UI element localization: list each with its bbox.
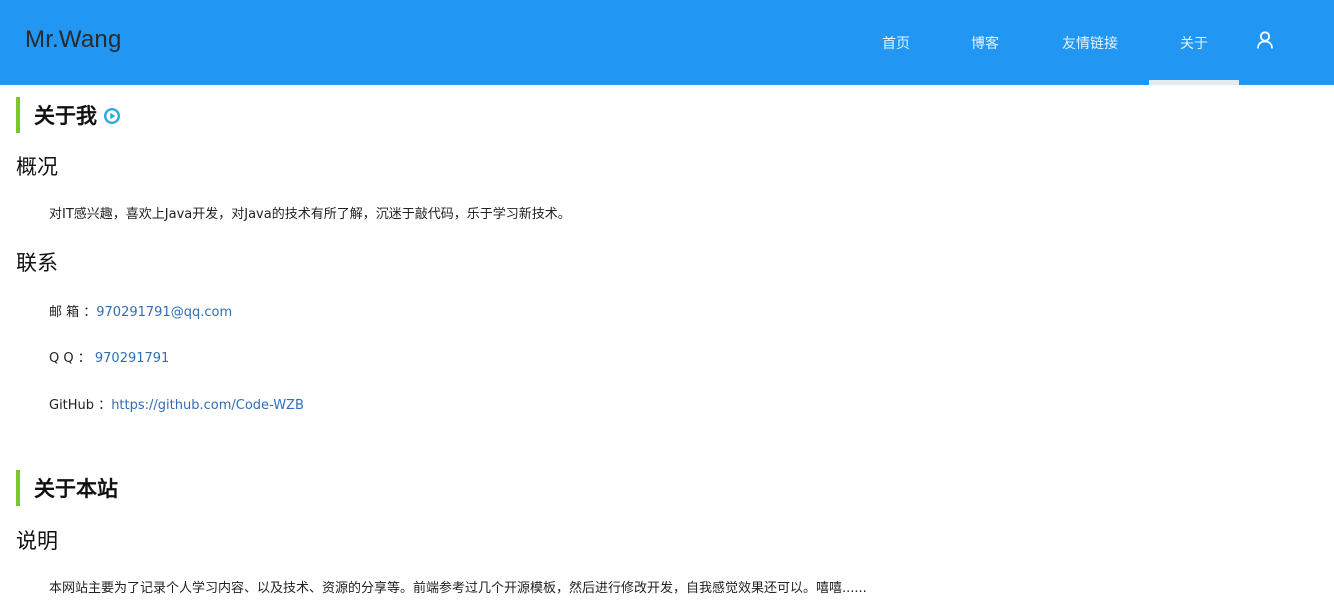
contact-email: 邮 箱 ：970291791@qq.com	[49, 301, 232, 320]
email-link[interactable]: 970291791@qq.com	[96, 305, 232, 320]
nav-item-about[interactable]: 关于	[1149, 0, 1239, 85]
nav-item-blog[interactable]: 博客	[950, 0, 1020, 85]
section-title-about-site: 关于本站	[16, 470, 118, 506]
section-title-text: 关于我	[34, 104, 97, 128]
qq-label: Q Q ：	[49, 351, 95, 366]
section-title-text: 关于本站	[34, 477, 118, 501]
nav-item-home[interactable]: 首页	[861, 0, 931, 85]
contact-qq: Q Q ： 970291791	[49, 347, 169, 366]
contact-heading: 联系	[16, 251, 58, 275]
description-heading: 说明	[16, 529, 58, 553]
active-nav-indicator	[1149, 80, 1239, 85]
overview-text: 对IT感兴趣，喜欢上Java开发，对Java的技术有所了解，沉迷于敲代码，乐于学…	[49, 207, 571, 222]
nav-item-friend-links[interactable]: 友情链接	[1045, 0, 1135, 85]
email-label: 邮 箱 ：	[49, 305, 97, 320]
contact-github: GitHub ：https://github.com/Code-WZB	[49, 394, 304, 413]
play-circle-icon[interactable]	[103, 106, 121, 124]
github-link[interactable]: https://github.com/Code-WZB	[111, 398, 304, 413]
overview-heading: 概况	[16, 155, 58, 179]
site-brand[interactable]: Mr.Wang	[25, 26, 122, 54]
github-label: GitHub ：	[49, 398, 112, 413]
top-navbar: Mr.Wang 首页 博客 友情链接 关于	[0, 0, 1334, 85]
description-text: 本网站主要为了记录个人学习内容、以及技术、资源的分享等。前端参考过几个开源模板，…	[49, 581, 867, 596]
section-title-about-me: 关于我	[16, 97, 121, 133]
user-icon[interactable]	[1255, 30, 1275, 50]
qq-link[interactable]: 970291791	[95, 351, 169, 366]
